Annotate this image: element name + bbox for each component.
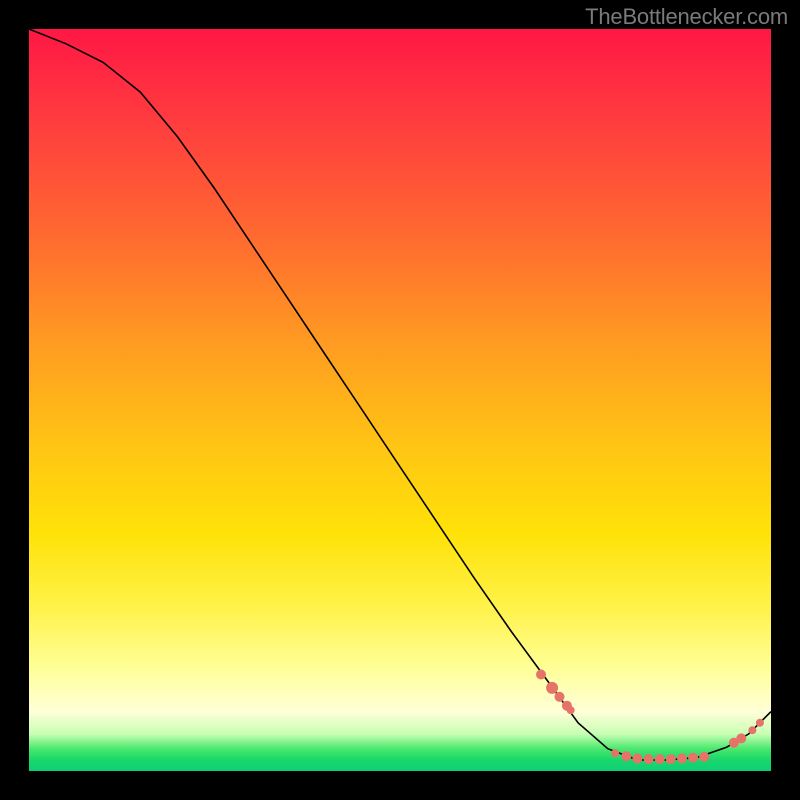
data-point bbox=[655, 754, 665, 764]
bottleneck-curve bbox=[29, 29, 771, 760]
data-point bbox=[546, 682, 558, 694]
data-point bbox=[699, 752, 709, 762]
data-points bbox=[536, 670, 764, 765]
data-point bbox=[736, 733, 746, 743]
data-point bbox=[567, 706, 575, 714]
data-point bbox=[688, 753, 698, 763]
data-point bbox=[621, 751, 631, 761]
chart-root: TheBottlenecker.com bbox=[0, 0, 800, 800]
data-point bbox=[748, 726, 756, 734]
data-point bbox=[677, 753, 687, 763]
chart-overlay bbox=[29, 29, 771, 771]
data-point bbox=[632, 753, 642, 763]
data-point bbox=[611, 749, 619, 757]
attribution-text: TheBottlenecker.com bbox=[585, 4, 788, 30]
data-point bbox=[536, 670, 546, 680]
data-point bbox=[644, 754, 654, 764]
plot-area bbox=[29, 29, 771, 771]
data-point bbox=[555, 692, 565, 702]
data-point bbox=[666, 754, 676, 764]
data-point bbox=[756, 719, 764, 727]
